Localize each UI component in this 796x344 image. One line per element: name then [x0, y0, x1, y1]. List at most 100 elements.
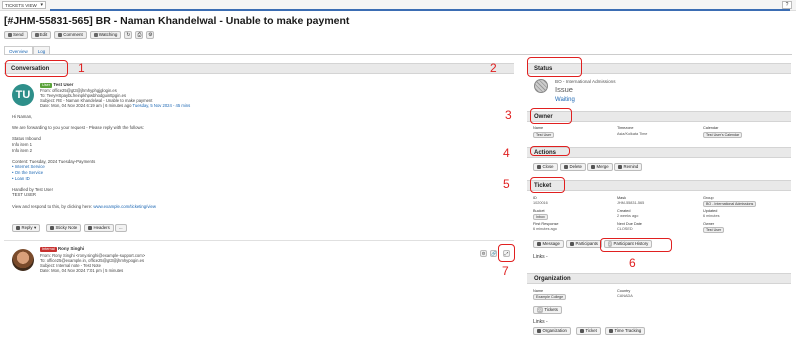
ticket-id-value: 1020016: [533, 201, 548, 205]
print-icon[interactable]: ⎙: [135, 31, 144, 39]
owner-calendar-chip[interactable]: Test User's Calendar: [703, 132, 743, 138]
ticket-group-chip[interactable]: BO - International Admissions: [703, 201, 757, 207]
annotation-box: [530, 177, 565, 193]
message-separator: [4, 240, 514, 241]
footer-link[interactable]: www.example.com/ticketing/view: [93, 204, 156, 209]
annotation-number: 2: [490, 61, 497, 75]
merge-button[interactable]: Merge: [587, 163, 613, 171]
sender-name[interactable]: Rony Singhi: [58, 246, 84, 251]
participants-label: Participants: [575, 241, 598, 246]
headers-label: Headers: [93, 225, 110, 230]
org-tickets-button[interactable]: 22 Tickets: [533, 306, 562, 314]
comment-label: Comment: [63, 32, 83, 37]
org-tickets-label: Tickets: [544, 307, 558, 312]
ticket-updated-value: 6 minutes: [703, 214, 720, 218]
settings-icon[interactable]: ⚙: [146, 31, 155, 39]
more-button[interactable]: ...: [115, 224, 127, 232]
gear-icon[interactable]: ⚙: [480, 250, 487, 257]
status-department: BO - International Admissions: [555, 79, 616, 84]
sender-name[interactable]: Test User: [53, 82, 73, 87]
comment-icon: [58, 33, 63, 37]
remind-label: Remind: [623, 164, 639, 169]
ticket-due-value: CLOSED: [617, 227, 633, 231]
send-icon: [8, 33, 12, 37]
ticket-id-label: ID: [533, 196, 537, 200]
reply-label: Reply: [21, 225, 33, 230]
watching-button[interactable]: Watching: [89, 31, 122, 39]
ticket-group-label: Group: [703, 196, 714, 200]
owner-timezone-value: Asia/Kolkata Time: [617, 132, 648, 136]
sticky-note-button[interactable]: Sticky Note: [46, 224, 82, 232]
organization-header: Organization: [527, 273, 791, 284]
body-footer: View and respond to this, by clicking he…: [12, 204, 156, 210]
ticket-toolbar: Send Edit Comment Watching ↻ ⎙ ⚙: [4, 31, 155, 39]
ticket-created-label: Created: [617, 209, 631, 213]
participants-button[interactable]: Participants: [566, 240, 602, 248]
note-icon: [50, 226, 54, 230]
avatar: TU: [12, 84, 34, 106]
send-button[interactable]: Send: [4, 31, 28, 39]
edit-icon: [34, 33, 39, 37]
top-bar: TICKETS VIEW ?: [0, 0, 796, 11]
top-accent-line: [50, 9, 790, 11]
chevron-down-icon: ▾: [34, 225, 37, 230]
status-type: Issue: [555, 85, 573, 94]
reply-button[interactable]: Reply ▾: [12, 224, 41, 232]
ticket-owner-chip[interactable]: Test User: [703, 227, 725, 233]
merge-icon: [591, 165, 595, 169]
org-time-tracking-button[interactable]: Time Tracking: [605, 327, 646, 335]
status-state[interactable]: Waiting: [555, 97, 575, 103]
footer-text: View and respond to this, by clicking he…: [12, 203, 93, 209]
message-meta-date: Date: Mon, 04 Nov 2024 7:01 pm | 5 minut…: [40, 268, 124, 273]
message-button[interactable]: Message: [533, 240, 564, 248]
org-organization-button[interactable]: Organization: [533, 327, 571, 335]
watching-label: Watching: [98, 32, 118, 37]
trash-icon: [564, 165, 568, 169]
refresh-icon[interactable]: ↻: [124, 31, 133, 39]
org-name-chip[interactable]: Example College: [533, 294, 567, 300]
close-button[interactable]: Close: [533, 163, 558, 171]
close-label: Close: [542, 164, 554, 169]
message-date: Date: Mon, 04 Nov 2024 6:19 am | 6 minut…: [40, 103, 132, 108]
ticket-updated-label: Updated: [703, 209, 718, 213]
annotation-number: 4: [503, 146, 510, 160]
help-button[interactable]: ?: [782, 1, 792, 9]
owner-name-chip[interactable]: Test User: [533, 132, 555, 138]
status-icon: [534, 79, 548, 93]
edit-button[interactable]: Edit: [30, 31, 52, 39]
message-meta-date: Date: Mon, 04 Nov 2024 6:19 am | 6 minut…: [40, 103, 190, 108]
ticket-bucket-chip[interactable]: Inbox: [533, 214, 548, 220]
avatar: [12, 249, 34, 271]
delete-button[interactable]: Delete: [560, 163, 586, 171]
org-tickets-count: 22: [537, 307, 543, 313]
attachment-icon[interactable]: 🔗: [490, 250, 497, 257]
users-icon: [570, 242, 574, 246]
reply-icon: [16, 226, 20, 230]
edit-label: Edit: [39, 32, 48, 37]
comment-button[interactable]: Comment: [54, 31, 87, 39]
eye-icon: [93, 33, 98, 37]
ticket-icon: [580, 329, 584, 333]
bell-icon: [618, 165, 622, 169]
ticket-first-response-label: First Response: [533, 222, 559, 226]
owner-timezone-label: Timezone: [617, 126, 634, 130]
org-ticket-button[interactable]: Ticket: [576, 327, 601, 335]
owner-calendar-label: Calendar: [703, 126, 719, 130]
ticket-bucket-label: Bucket: [533, 209, 545, 213]
org-name-label: Name: [533, 289, 544, 293]
ticket-first-response-value: 6 minutes ago: [533, 227, 557, 231]
message-date-link[interactable]: Tuesday, 5 Nov 2024 - 45 mins: [133, 103, 191, 108]
owner-name-label: Name: [533, 126, 544, 130]
org-ticket-label: Ticket: [585, 328, 597, 333]
annotation-number: 6: [629, 256, 636, 270]
remind-button[interactable]: Remind: [614, 163, 643, 171]
delete-label: Delete: [569, 164, 582, 169]
ticket-links-label[interactable]: Links -: [533, 254, 548, 260]
annotation-box: [530, 108, 572, 124]
headers-button[interactable]: Headers: [84, 224, 114, 232]
view-select[interactable]: TICKETS VIEW: [2, 1, 46, 9]
org-links-label[interactable]: Links -: [533, 319, 548, 325]
annotation-box: [498, 244, 515, 262]
body-line: We are forwarding to you your request - …: [12, 125, 144, 131]
annotation-box: [600, 238, 672, 252]
